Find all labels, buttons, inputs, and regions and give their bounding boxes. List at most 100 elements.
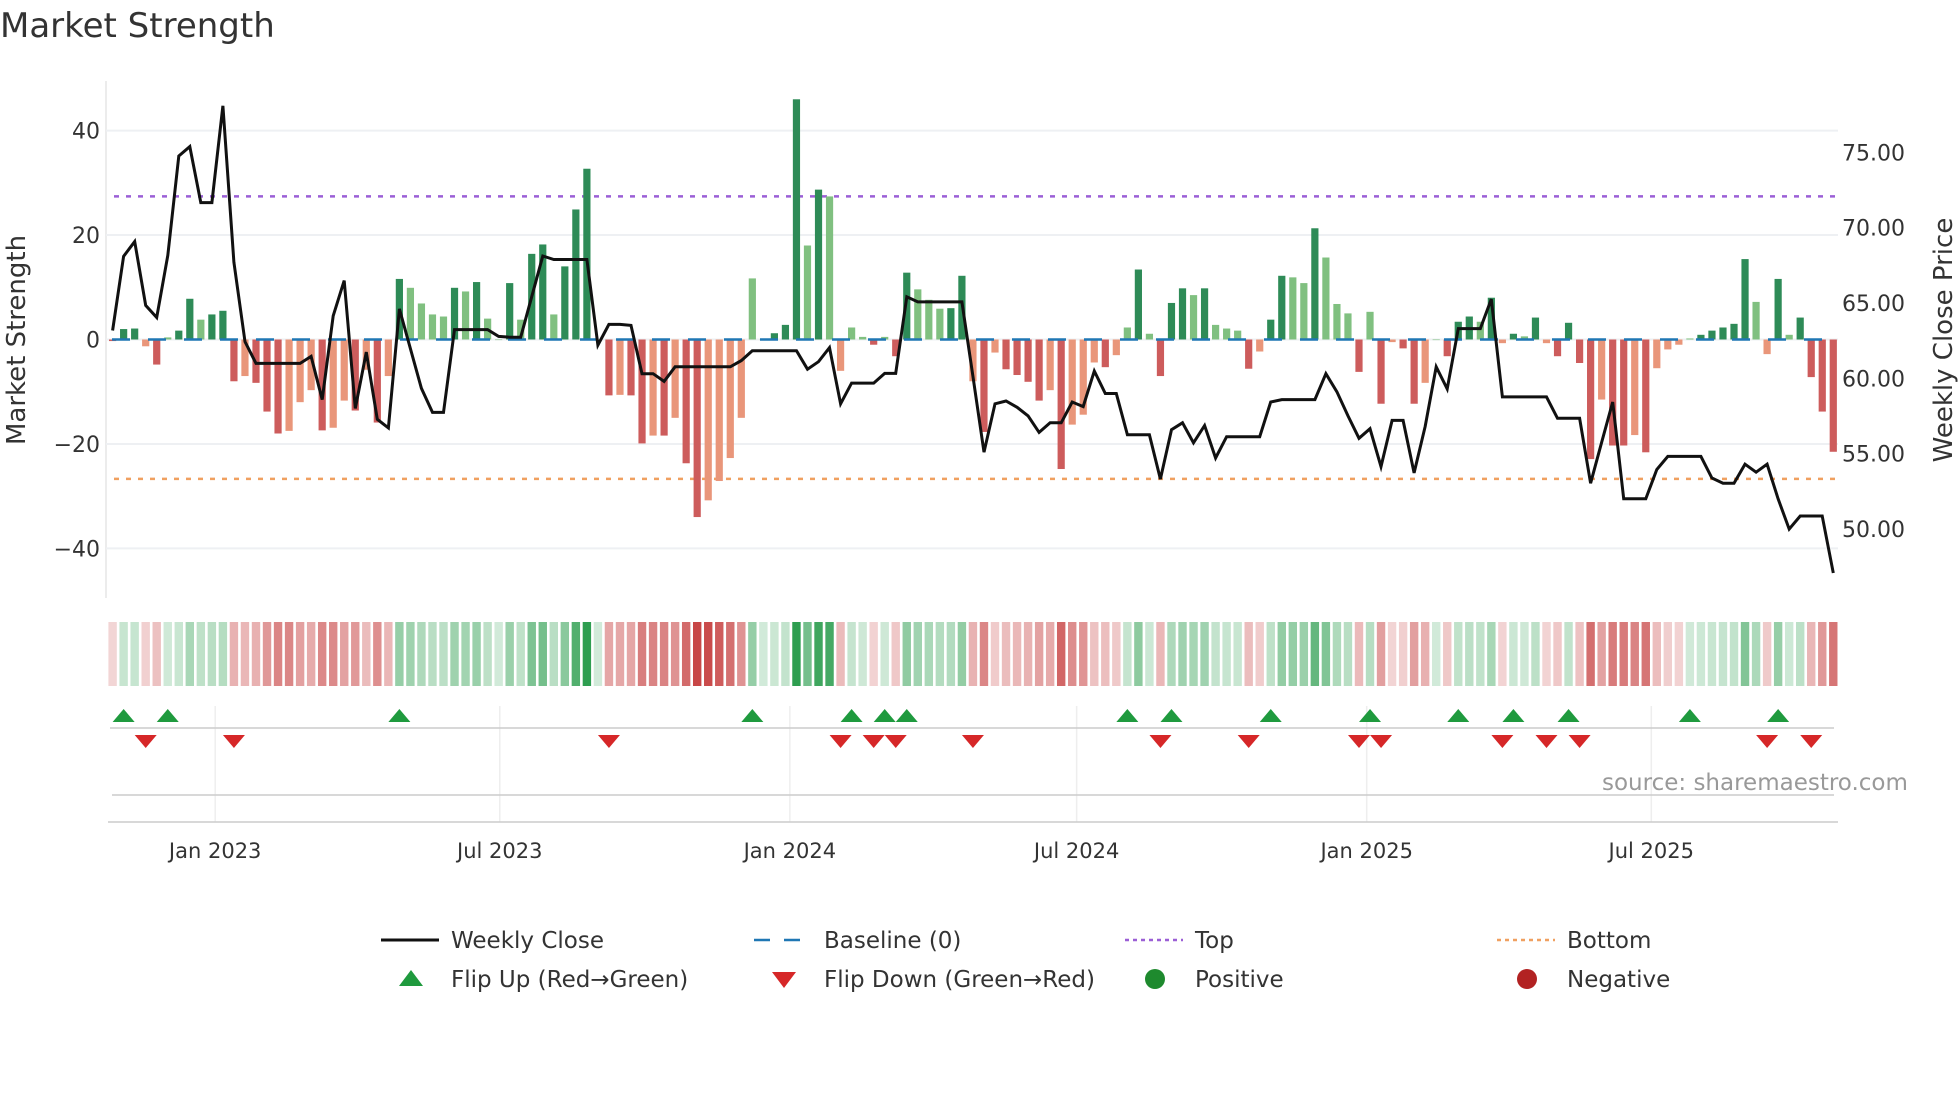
strength-bar — [120, 329, 128, 340]
heat-strip-cell — [946, 622, 956, 686]
strength-bar — [428, 314, 437, 340]
heat-strip-cell — [1101, 622, 1110, 686]
strength-bar — [1145, 333, 1154, 340]
heat-strip-cell — [472, 622, 481, 686]
heat-strip-cell — [1178, 622, 1187, 686]
heat-strip-cell — [119, 622, 128, 686]
heat-strip-cell — [692, 622, 702, 686]
triangle-up-icon — [399, 970, 423, 986]
x-tick-label: Jan 2023 — [167, 839, 262, 863]
strength-bar — [230, 339, 238, 382]
strength-bar — [1829, 339, 1837, 452]
heat-strip-cell — [185, 622, 195, 686]
heat-strip-cell — [1079, 622, 1088, 686]
strength-bar — [1664, 339, 1672, 350]
strength-bar — [1818, 339, 1826, 412]
strength-bar — [660, 339, 668, 436]
heat-strip-cell — [1387, 622, 1397, 686]
strength-bar — [814, 189, 823, 340]
heat-strip-cell — [1398, 622, 1408, 686]
heat-strip-cell — [869, 622, 878, 686]
strength-bar — [1300, 283, 1308, 340]
strength-bar — [1134, 269, 1142, 340]
heat-strip-cell — [1795, 622, 1805, 686]
strength-bar — [1443, 339, 1451, 357]
heat-strip-cell — [1818, 622, 1827, 686]
heat-strip-cell — [726, 622, 735, 686]
strength-bar — [991, 339, 999, 353]
circle-negative-icon — [1517, 969, 1537, 989]
strength-bar — [561, 266, 569, 340]
heat-strip-cell — [1729, 622, 1739, 686]
y2-tick-label: 75.00 — [1842, 141, 1905, 166]
strength-bar — [219, 310, 227, 340]
heat-strip-cell — [880, 622, 889, 686]
strength-bar — [1167, 302, 1176, 340]
strength-bar — [153, 339, 161, 365]
flip-up-marker — [1359, 709, 1382, 722]
legend-label: Flip Up (Red→Green) — [451, 967, 688, 993]
strength-bar — [572, 209, 580, 340]
heat-strip-cell — [1520, 622, 1529, 686]
strength-bar — [495, 339, 503, 341]
heat-strip-cell — [1145, 622, 1154, 686]
heat-strip-cell — [1189, 622, 1198, 686]
strength-bar — [1531, 317, 1540, 340]
heat-strip-cell — [1277, 622, 1286, 686]
heat-strip-cell — [803, 622, 812, 686]
strength-bar — [1002, 339, 1010, 370]
strength-bar — [1057, 339, 1065, 470]
x-tick-label: Jan 2024 — [742, 839, 837, 863]
flip-up-marker — [741, 709, 764, 722]
flip-up-marker — [1160, 709, 1183, 722]
heat-strip-cell — [626, 622, 636, 686]
flip-down-marker — [1149, 735, 1172, 748]
strength-bar — [461, 291, 470, 340]
heat-strip-cell — [1751, 622, 1761, 686]
strength-bar — [329, 339, 337, 428]
heat-strip-cell — [1641, 622, 1650, 686]
heat-strip-cell — [1200, 622, 1209, 686]
strength-bar — [848, 327, 856, 340]
heat-strip-cell — [759, 622, 768, 686]
heat-strip-cell — [229, 622, 239, 686]
heat-strip-cell — [417, 622, 426, 686]
strength-bar — [1432, 339, 1440, 341]
strength-bar — [1189, 295, 1198, 340]
heat-strip-cell — [1542, 622, 1551, 686]
heat-strip-cell — [273, 622, 283, 686]
flip-up-marker — [1502, 709, 1525, 722]
strength-bar — [1344, 313, 1352, 340]
legend-item: Bottom — [1497, 928, 1651, 954]
heat-strip-cell — [516, 622, 525, 686]
heat-strip-cell — [1034, 622, 1044, 686]
strength-bar — [175, 330, 183, 340]
x-tick-label: Jul 2023 — [455, 839, 542, 863]
legend-item: Flip Down (Green→Red) — [772, 967, 1095, 993]
heat-strip-cell — [1222, 622, 1231, 686]
heat-strip-cell — [1068, 622, 1077, 686]
heat-strip-cell — [637, 622, 647, 686]
heat-strip-cell — [1409, 622, 1419, 686]
strength-bar — [1763, 339, 1771, 355]
strength-bar — [274, 339, 282, 434]
strength-bar — [737, 339, 745, 418]
heat-strip-cell — [329, 622, 338, 686]
y2-tick-label: 50.00 — [1842, 518, 1905, 543]
strength-bar — [748, 278, 756, 340]
heat-strip-cell — [1023, 622, 1033, 686]
strength-bar — [406, 287, 415, 340]
strength-bar — [1245, 339, 1253, 369]
strength-bar — [1355, 339, 1363, 372]
y-axis-label: Market Strength — [2, 235, 32, 445]
strength-bar — [1631, 339, 1639, 436]
strength-bar — [726, 339, 734, 459]
heat-strip-cell — [1156, 622, 1165, 686]
heat-strip-cell — [1443, 622, 1452, 686]
heat-strip-cell — [174, 622, 183, 686]
heat-strip-cell — [1586, 622, 1595, 686]
strength-bar — [1807, 339, 1815, 378]
strength-bar — [1708, 330, 1716, 340]
heat-strip-cell — [439, 622, 448, 686]
y2-tick-label: 60.00 — [1842, 367, 1905, 392]
